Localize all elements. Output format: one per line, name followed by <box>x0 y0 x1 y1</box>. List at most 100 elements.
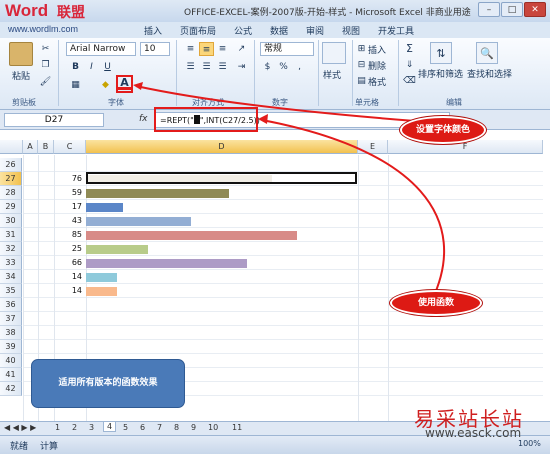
format-painter-icon[interactable]: 🖌 <box>38 75 53 89</box>
tab-formulas[interactable]: 公式 <box>234 24 252 37</box>
tab-insert[interactable]: 插入 <box>144 24 162 37</box>
row-header[interactable]: 39 <box>0 340 22 354</box>
zoom-level[interactable]: 100% <box>518 439 541 448</box>
select-all-corner[interactable] <box>0 140 23 154</box>
cell-value-c[interactable]: 25 <box>32 244 82 253</box>
percent-button[interactable]: % <box>276 60 291 74</box>
maximize-button[interactable]: □ <box>501 2 523 17</box>
cell-value-c[interactable]: 66 <box>32 258 82 267</box>
tab-page-layout[interactable]: 页面布局 <box>180 24 216 37</box>
row-header[interactable]: 35 <box>0 284 22 298</box>
sheet-tab[interactable]: 5 <box>120 423 131 432</box>
row-header[interactable]: 38 <box>0 326 22 340</box>
sheet-tab[interactable]: 2 <box>69 423 80 432</box>
fill-icon[interactable]: ⇓ <box>402 58 417 72</box>
sheet-tab[interactable]: 9 <box>188 423 199 432</box>
row-header[interactable]: 41 <box>0 368 22 382</box>
cell-value-c[interactable]: 14 <box>32 286 82 295</box>
col-header-f[interactable]: F <box>388 140 543 154</box>
align-top-icon[interactable]: ≡ <box>183 42 198 56</box>
tab-review[interactable]: 审阅 <box>306 24 324 37</box>
sheet-tab[interactable]: 4 <box>103 421 117 432</box>
row-header[interactable]: 27 <box>0 172 22 186</box>
clear-icon[interactable]: ⌫ <box>402 74 417 88</box>
border-icon[interactable]: ▦ <box>68 78 83 92</box>
row-header[interactable]: 28 <box>0 186 22 200</box>
cell-value-c[interactable]: 17 <box>32 202 82 211</box>
paste-label[interactable]: 粘贴 <box>12 69 30 82</box>
tab-developer[interactable]: 开发工具 <box>378 24 414 37</box>
cell-value-c[interactable]: 43 <box>32 216 82 225</box>
font-size-select[interactable]: 10 <box>140 42 170 56</box>
sheet-tab[interactable]: 11 <box>229 423 245 432</box>
cell-value-c[interactable]: 14 <box>32 272 82 281</box>
sheet-tab[interactable]: 6 <box>137 423 148 432</box>
col-header-d[interactable]: D <box>86 140 358 154</box>
row-header[interactable]: 33 <box>0 256 22 270</box>
sheet-tab[interactable]: 8 <box>171 423 182 432</box>
row-header[interactable]: 29 <box>0 200 22 214</box>
format-cells-icon[interactable]: ▤ <box>354 74 369 88</box>
orientation-icon[interactable]: ↗ <box>234 42 249 56</box>
col-header-b[interactable]: B <box>38 140 54 154</box>
row-header[interactable]: 37 <box>0 312 22 326</box>
sort-filter-label[interactable]: 排序和筛选 <box>418 67 463 80</box>
tab-view[interactable]: 视图 <box>342 24 360 37</box>
sheet-tab[interactable]: 10 <box>205 423 221 432</box>
currency-button[interactable]: $ <box>260 60 275 74</box>
row-header[interactable]: 32 <box>0 242 22 256</box>
name-box[interactable]: D27 <box>4 113 104 127</box>
delete-cells-icon[interactable]: ⊟ <box>354 58 369 72</box>
sheet-tab[interactable]: 3 <box>86 423 97 432</box>
col-header-e[interactable]: E <box>358 140 388 154</box>
find-select-icon[interactable]: 🔍 <box>476 42 498 64</box>
cell-value-c[interactable]: 85 <box>32 230 82 239</box>
format-cells-label[interactable]: 格式 <box>368 75 386 88</box>
copy-icon[interactable]: ❐ <box>38 58 53 72</box>
italic-button[interactable]: I <box>84 60 99 74</box>
status-calc[interactable]: 计算 <box>40 439 58 452</box>
align-right-icon[interactable]: ☰ <box>215 60 230 74</box>
align-center-icon[interactable]: ☰ <box>199 60 214 74</box>
cut-icon[interactable]: ✂ <box>38 42 53 56</box>
close-button[interactable]: ✕ <box>524 2 546 17</box>
row-header[interactable]: 31 <box>0 228 22 242</box>
delete-cells-label[interactable]: 删除 <box>368 59 386 72</box>
row-header[interactable]: 34 <box>0 270 22 284</box>
active-cell-d27[interactable] <box>86 172 357 184</box>
style-icon[interactable] <box>322 42 346 64</box>
tab-data[interactable]: 数据 <box>270 24 288 37</box>
align-middle-icon[interactable]: ≡ <box>199 42 214 56</box>
row-header[interactable]: 26 <box>0 158 22 172</box>
row-header[interactable]: 36 <box>0 298 22 312</box>
insert-cells-icon[interactable]: ⊞ <box>354 42 369 56</box>
row-header[interactable]: 30 <box>0 214 22 228</box>
style-label[interactable]: 样式 <box>323 68 341 81</box>
paste-icon[interactable] <box>9 42 33 66</box>
sheet-tab[interactable]: 1 <box>52 423 63 432</box>
fill-color-icon[interactable]: ◆ <box>98 78 113 92</box>
col-header-c[interactable]: C <box>54 140 86 154</box>
fx-icon[interactable]: fx <box>139 114 148 124</box>
autosum-button[interactable]: Σ <box>402 42 417 56</box>
font-color-button[interactable]: A <box>117 76 132 90</box>
insert-cells-label[interactable]: 插入 <box>368 43 386 56</box>
indent-icon[interactable]: ⇥ <box>234 60 249 74</box>
row-header[interactable]: 42 <box>0 382 22 396</box>
sort-filter-icon[interactable]: ⇅ <box>430 42 452 64</box>
cell-value-c[interactable]: 76 <box>32 174 82 183</box>
align-left-icon[interactable]: ☰ <box>183 60 198 74</box>
minimize-button[interactable]: – <box>478 2 500 17</box>
sheet-nav-arrows[interactable]: ◀ ◀ ▶ ▶ <box>4 423 36 432</box>
cell-value-c[interactable]: 59 <box>32 188 82 197</box>
number-format-select[interactable]: 常规 <box>260 42 314 56</box>
bold-button[interactable]: B <box>68 60 83 74</box>
col-header-a[interactable]: A <box>23 140 38 154</box>
comma-button[interactable]: , <box>292 60 307 74</box>
find-select-label[interactable]: 查找和选择 <box>467 67 512 80</box>
sheet-tab[interactable]: 7 <box>154 423 165 432</box>
font-name-select[interactable]: Arial Narrow <box>66 42 136 56</box>
row-header[interactable]: 40 <box>0 354 22 368</box>
align-bottom-icon[interactable]: ≡ <box>215 42 230 56</box>
underline-button[interactable]: U <box>100 60 115 74</box>
